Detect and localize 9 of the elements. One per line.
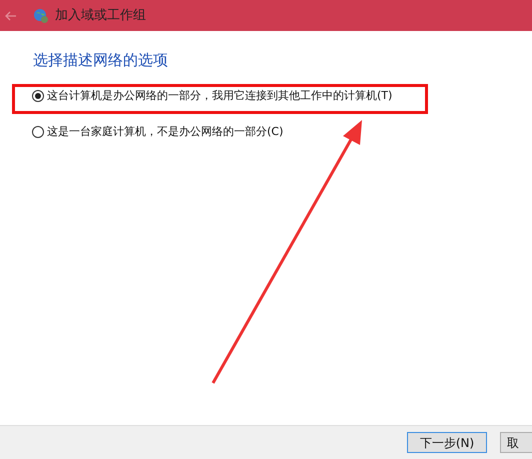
radio-button[interactable] [32, 126, 44, 138]
option-label: 这是一台家庭计算机，不是办公网络的一部分(C) [47, 124, 284, 140]
option-label: 这台计算机是办公网络的一部分，我用它连接到其他工作中的计算机(T) [47, 88, 392, 104]
radio-button[interactable] [32, 90, 44, 102]
globe-icon [33, 8, 49, 24]
wizard-button[interactable]: 下一步(N) [407, 432, 487, 453]
page-heading: 选择描述网络的选项 [33, 50, 169, 71]
wizard-button[interactable]: 取 [500, 432, 532, 453]
window-title: 加入域或工作组 [55, 6, 146, 25]
